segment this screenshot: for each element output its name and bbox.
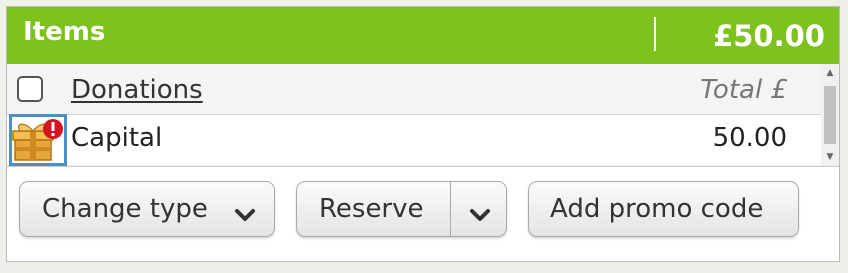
row-value-cell: 50.00 <box>712 123 787 153</box>
header-divider <box>654 17 656 51</box>
table-row[interactable]: Capital 50.00 <box>7 114 821 166</box>
scroll-down-icon[interactable]: ▼ <box>821 150 839 164</box>
chevron-down-icon <box>234 200 256 230</box>
select-all-checkbox[interactable] <box>17 76 43 102</box>
change-type-label: Change type <box>42 194 208 224</box>
column-header-total: Total £ <box>700 75 787 105</box>
scroll-up-icon[interactable]: ▲ <box>821 66 839 80</box>
items-panel: Items £50.00 Donations Total £ Capital 5… <box>6 6 840 262</box>
header-title: Items <box>23 17 106 47</box>
reserve-button[interactable]: Reserve <box>319 194 424 224</box>
add-promo-label: Add promo code <box>550 194 764 224</box>
change-type-button[interactable]: Change type <box>19 181 275 237</box>
header-total: £50.00 <box>713 19 825 53</box>
items-header: Items £50.00 <box>7 7 839 64</box>
split-divider <box>450 182 451 236</box>
add-promo-code-button[interactable]: Add promo code <box>528 181 799 237</box>
items-grid: Donations Total £ Capital 50.00 ▲ ▼ <box>7 64 839 167</box>
gift-warning-icon[interactable] <box>9 114 67 166</box>
chevron-down-icon[interactable] <box>469 200 491 230</box>
grid-header-row: Donations Total £ <box>7 64 821 115</box>
reserve-split-button: Reserve <box>296 181 507 237</box>
vertical-scrollbar[interactable]: ▲ ▼ <box>821 64 839 166</box>
column-header-donations[interactable]: Donations <box>71 75 203 105</box>
scrollbar-thumb[interactable] <box>824 86 836 144</box>
row-name-cell: Capital <box>71 123 163 153</box>
